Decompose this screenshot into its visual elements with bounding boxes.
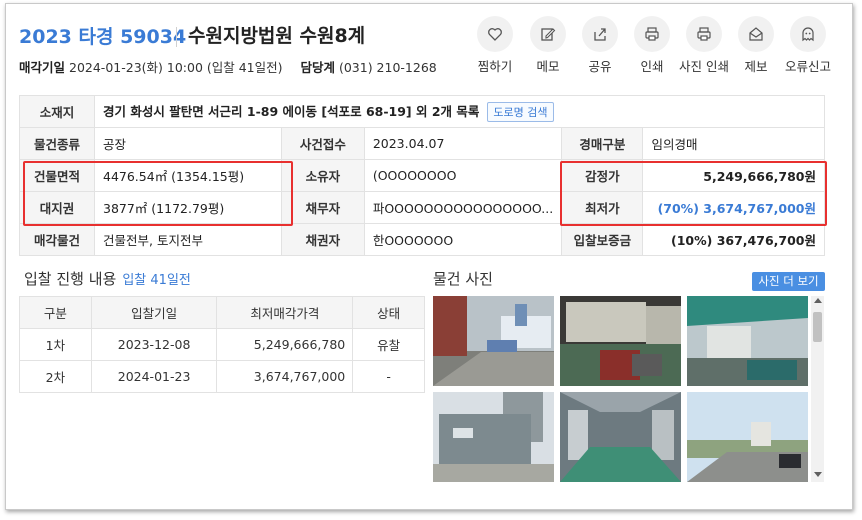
property-photo[interactable]	[433, 296, 554, 386]
memo-label: 메모	[536, 59, 560, 74]
type-value: 공장	[94, 127, 282, 160]
share-button[interactable]: 공유	[571, 16, 629, 75]
status-cell: -	[352, 360, 425, 393]
bidding-section-title: 입찰 진행 내용 입찰 41일전	[24, 268, 191, 289]
table-header-row: 구분 입찰기일 최저매각가격 상태	[19, 296, 425, 329]
report-button[interactable]: 제보	[727, 16, 785, 75]
dept-label: 담당계	[300, 60, 335, 75]
location-value: 경기 화성시 팔탄면 서근리 1-89 에이동 [석포로 68-19] 외 2개…	[103, 104, 480, 119]
min-price-label: 최저가	[561, 191, 644, 224]
location-cell: 경기 화성시 팔탄면 서근리 1-89 에이동 [석포로 68-19] 외 2개…	[94, 95, 825, 128]
court-name: 수원지방법원 수원8계	[188, 25, 366, 47]
memo-button[interactable]: 메모	[519, 16, 577, 75]
round-cell: 2차	[19, 360, 92, 393]
share-icon	[594, 28, 606, 41]
creditor-label: 채권자	[280, 223, 365, 256]
creditor-value: 한OOOOOOO	[363, 223, 563, 256]
table-row: 1차 2023-12-08 5,249,666,780 유찰	[19, 328, 425, 361]
print-label: 인쇄	[640, 59, 664, 74]
owner-value: (OOOOOOOO	[363, 159, 563, 192]
case-date-value: 2023.04.07	[363, 127, 563, 160]
table-row: 매각물건 건물전부, 토지전부 채권자 한OOOOOOO 입찰보증금 (10%)…	[19, 223, 825, 256]
deposit-value: (10%) 367,476,700원	[642, 223, 825, 256]
column-header: 입찰기일	[90, 296, 218, 329]
building-area-label: 건물면적	[19, 159, 95, 192]
property-info-table: 소재지 경기 화성시 팔탄면 서근리 1-89 에이동 [석포로 68-19] …	[19, 95, 825, 256]
land-right-value: 3877㎡ (1172.79평)	[94, 191, 282, 224]
dept-phone: (031) 210-1268	[338, 60, 437, 75]
table-row: 물건종류 공장 사건접수 2023.04.07 경매구분 임의경매	[19, 127, 825, 160]
favorite-button[interactable]: 찜하기	[466, 16, 524, 75]
share-label: 공유	[588, 59, 612, 74]
road-search-button[interactable]: 도로명 검색	[487, 102, 554, 122]
heart-icon	[488, 28, 502, 41]
debtor-value: 파OOOOOOOOOOOOOOOO...	[363, 191, 563, 224]
bidding-table: 구분 입찰기일 최저매각가격 상태 1차 2023-12-08 5,249,66…	[19, 296, 425, 393]
land-right-label: 대지권	[19, 191, 95, 224]
property-photo[interactable]	[687, 296, 808, 386]
auction-type-label: 경매구분	[561, 127, 644, 160]
deposit-label: 입찰보증금	[561, 223, 644, 256]
round-cell: 1차	[19, 328, 92, 361]
mail-icon	[749, 27, 763, 41]
photo-print-label: 사진 인쇄	[679, 59, 729, 74]
building-area-value: 4476.54㎡ (1354.15평)	[94, 159, 282, 192]
photo-print-button[interactable]: 사진 인쇄	[675, 16, 733, 75]
table-row: 2차 2024-01-23 3,674,767,000 -	[19, 360, 425, 393]
price-cell: 5,249,666,780	[216, 328, 354, 361]
auction-type-value: 임의경매	[642, 127, 825, 160]
price-cell: 3,674,767,000	[216, 360, 354, 393]
print-icon	[645, 27, 659, 41]
appraisal-label: 감정가	[561, 159, 644, 192]
sale-date-label: 매각기일	[19, 60, 66, 75]
min-price-value: (70%) 3,674,767,000원	[642, 191, 825, 224]
case-number: 2023 타경 59034	[19, 26, 187, 48]
favorite-label: 찜하기	[477, 59, 513, 74]
date-cell: 2024-01-23	[90, 360, 218, 393]
case-date-label: 사건접수	[280, 127, 365, 160]
title-divider	[176, 27, 177, 47]
print-button[interactable]: 인쇄	[623, 16, 681, 75]
more-photos-button[interactable]: 사진 더 보기	[752, 272, 825, 291]
sale-items-label: 매각물건	[19, 223, 95, 256]
error-report-button[interactable]: 오류신고	[779, 16, 837, 75]
edit-icon	[541, 28, 556, 41]
property-photo[interactable]	[560, 296, 681, 386]
table-row: 소재지 경기 화성시 팔탄면 서근리 1-89 에이동 [석포로 68-19] …	[19, 95, 825, 128]
owner-label: 소유자	[280, 159, 365, 192]
ghost-icon	[802, 27, 814, 42]
report-label: 제보	[744, 59, 768, 74]
sale-info-line: 매각기일 2024-01-23(화) 10:00 (입찰 41일전) 담당계 (…	[19, 57, 437, 76]
error-report-label: 오류신고	[784, 59, 831, 74]
sale-items-value: 건물전부, 토지전부	[94, 223, 282, 256]
property-photo[interactable]	[560, 392, 681, 482]
property-photo[interactable]	[687, 392, 808, 482]
location-label: 소재지	[19, 95, 95, 128]
column-header: 최저매각가격	[216, 296, 354, 329]
scroll-up-arrow[interactable]	[814, 298, 822, 303]
column-header: 구분	[19, 296, 92, 329]
scroll-down-arrow[interactable]	[814, 472, 822, 477]
table-row: 건물면적 4476.54㎡ (1354.15평) 소유자 (OOOOOOOO 감…	[19, 159, 825, 192]
status-cell: 유찰	[352, 328, 425, 361]
photos-title: 물건 사진	[433, 270, 493, 288]
column-header: 상태	[352, 296, 425, 329]
print-icon	[697, 27, 711, 41]
sale-date-value: 2024-01-23(화) 10:00 (입찰 41일전)	[69, 60, 283, 75]
debtor-label: 채무자	[280, 191, 365, 224]
type-label: 물건종류	[19, 127, 95, 160]
date-cell: 2023-12-08	[90, 328, 218, 361]
bidding-title: 입찰 진행 내용	[24, 270, 117, 288]
bidding-days-link[interactable]: 입찰 41일전	[122, 273, 191, 288]
property-photo[interactable]	[433, 392, 554, 482]
scrollbar-thumb[interactable]	[813, 312, 822, 342]
table-row: 대지권 3877㎡ (1172.79평) 채무자 파OOOOOOOOOOOOOO…	[19, 191, 825, 224]
appraisal-value: 5,249,666,780원	[642, 159, 825, 192]
